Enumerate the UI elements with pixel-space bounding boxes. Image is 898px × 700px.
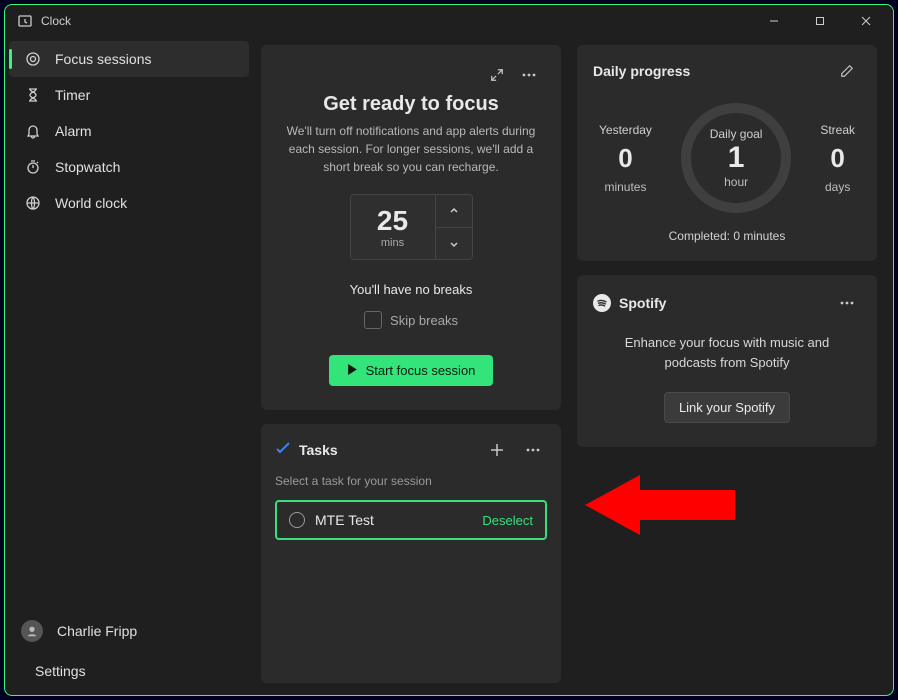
focus-title: Get ready to focus xyxy=(279,93,543,116)
spotify-icon xyxy=(593,294,611,312)
tasks-icon xyxy=(275,441,291,460)
minimize-button[interactable] xyxy=(751,5,797,37)
stat-label: Yesterday xyxy=(599,123,652,137)
settings-label: Settings xyxy=(35,663,86,679)
breaks-info: You'll have no breaks xyxy=(279,282,543,297)
focus-session-card: Get ready to focus We'll turn off notifi… xyxy=(261,45,561,410)
sidebar-item-timer[interactable]: Timer xyxy=(9,77,249,113)
sidebar-item-label: Alarm xyxy=(55,123,92,139)
daily-progress-card: Daily progress Yesterday 0 minutes Daily… xyxy=(577,45,877,261)
goal-label: Daily goal xyxy=(710,127,763,141)
duration-display[interactable]: 25 mins xyxy=(351,195,435,259)
hourglass-icon xyxy=(25,87,41,103)
sidebar-item-label: Timer xyxy=(55,87,90,103)
sidebar-item-alarm[interactable]: Alarm xyxy=(9,113,249,149)
spotify-brand: Spotify xyxy=(619,295,666,311)
spotify-subtitle: Enhance your focus with music and podcas… xyxy=(593,333,861,372)
app-window: Clock Focus sessions Timer Alarm Stopwat… xyxy=(4,4,894,696)
duration-value: 25 xyxy=(377,205,408,237)
more-button[interactable] xyxy=(515,61,543,89)
goal-value: 1 xyxy=(728,141,745,175)
tasks-subtitle: Select a task for your session xyxy=(275,474,547,488)
sidebar-item-label: World clock xyxy=(55,195,127,211)
completed-text: Completed: 0 minutes xyxy=(593,229,861,243)
maximize-button[interactable] xyxy=(797,5,843,37)
duration-up-button[interactable] xyxy=(436,195,472,227)
sidebar-item-focus-sessions[interactable]: Focus sessions xyxy=(9,41,249,77)
goal-unit: hour xyxy=(724,175,748,189)
user-name: Charlie Fripp xyxy=(57,623,137,639)
duration-down-button[interactable] xyxy=(436,227,472,259)
stat-value: 0 xyxy=(830,143,844,174)
add-task-button[interactable] xyxy=(483,436,511,464)
stat-unit: minutes xyxy=(604,180,646,194)
avatar-icon xyxy=(21,620,43,642)
titlebar: Clock xyxy=(5,5,893,37)
task-name: MTE Test xyxy=(315,512,472,528)
deselect-button[interactable]: Deselect xyxy=(482,513,533,528)
close-button[interactable] xyxy=(843,5,889,37)
user-account-row[interactable]: Charlie Fripp xyxy=(5,611,253,651)
clock-app-icon xyxy=(17,13,33,29)
globe-icon xyxy=(25,195,41,211)
expand-button[interactable] xyxy=(483,61,511,89)
stat-yesterday: Yesterday 0 minutes xyxy=(599,123,652,194)
start-button-label: Start focus session xyxy=(366,363,476,378)
sidebar-item-label: Focus sessions xyxy=(55,51,151,67)
skip-breaks-label: Skip breaks xyxy=(390,313,458,328)
bell-icon xyxy=(25,123,41,139)
focus-subtitle: We'll turn off notifications and app ale… xyxy=(279,122,543,176)
stat-label: Streak xyxy=(820,123,855,137)
sidebar-item-settings[interactable]: Settings xyxy=(5,651,253,691)
stat-streak: Streak 0 days xyxy=(820,123,855,194)
edit-progress-button[interactable] xyxy=(833,57,861,85)
spotify-more-button[interactable] xyxy=(833,289,861,317)
play-icon xyxy=(347,363,358,378)
stat-unit: days xyxy=(825,180,850,194)
app-title: Clock xyxy=(41,14,71,28)
task-item[interactable]: MTE Test Deselect xyxy=(275,500,547,540)
sidebar: Focus sessions Timer Alarm Stopwatch Wor… xyxy=(5,37,253,695)
task-radio[interactable] xyxy=(289,512,305,528)
sidebar-item-stopwatch[interactable]: Stopwatch xyxy=(9,149,249,185)
skip-breaks-checkbox[interactable] xyxy=(364,311,382,329)
stopwatch-icon xyxy=(25,159,41,175)
progress-title: Daily progress xyxy=(593,63,690,79)
link-spotify-button[interactable]: Link your Spotify xyxy=(664,392,790,423)
focus-icon xyxy=(25,51,41,67)
duration-picker: 25 mins xyxy=(350,194,473,260)
tasks-title: Tasks xyxy=(299,442,338,458)
sidebar-item-label: Stopwatch xyxy=(55,159,120,175)
progress-ring: Daily goal 1 hour xyxy=(681,103,791,213)
spotify-card: Spotify Enhance your focus with music an… xyxy=(577,275,877,447)
tasks-more-button[interactable] xyxy=(519,436,547,464)
sidebar-item-world-clock[interactable]: World clock xyxy=(9,185,249,221)
start-focus-button[interactable]: Start focus session xyxy=(329,355,494,386)
stat-value: 0 xyxy=(618,143,632,174)
duration-unit: mins xyxy=(381,237,404,249)
tasks-card: Tasks Select a task for your session MTE… xyxy=(261,424,561,683)
